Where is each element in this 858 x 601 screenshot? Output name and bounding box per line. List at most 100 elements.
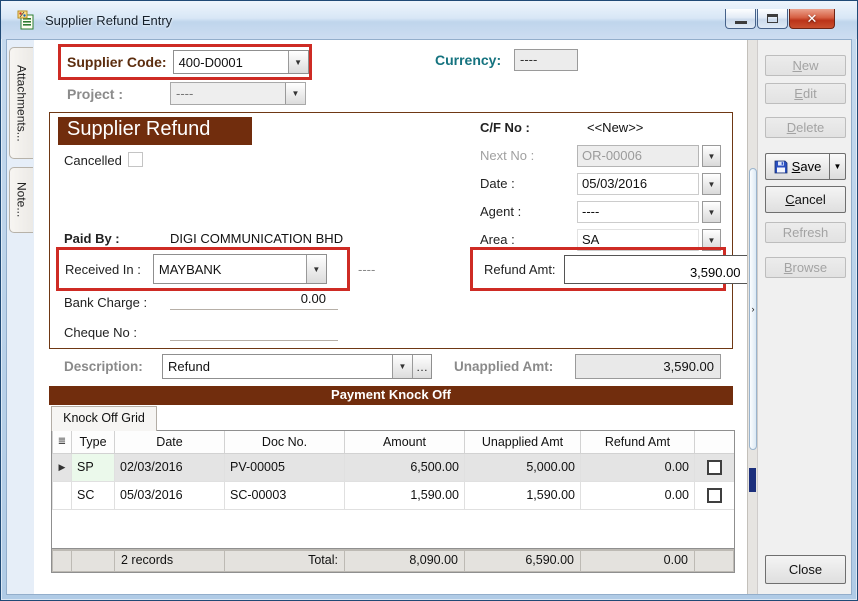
grid-footer: 2 records Total: 8,090.00 6,590.00 0.00 bbox=[52, 548, 734, 572]
col-doc-no[interactable]: Doc No. bbox=[225, 431, 345, 453]
table-row[interactable]: SC05/03/2016SC-000031,590.001,590.000.00 bbox=[53, 481, 735, 509]
col-amount[interactable]: Amount bbox=[345, 431, 465, 453]
agent-label: Agent : bbox=[480, 204, 521, 219]
refund-amt-input[interactable] bbox=[564, 255, 748, 284]
received-in-combo[interactable]: MAYBANK ▼ bbox=[153, 254, 327, 284]
splitter-collapse-handle[interactable]: › bbox=[749, 168, 757, 450]
refund-amt-highlight: Refund Amt: bbox=[470, 247, 726, 291]
refresh-button[interactable]: Refresh bbox=[765, 222, 846, 243]
agent-value: ---- bbox=[582, 204, 599, 219]
cell-type[interactable]: SP bbox=[72, 453, 115, 481]
titlebar[interactable]: Supplier Refund Entry ✕ bbox=[1, 1, 857, 39]
total-label: Total: bbox=[225, 551, 344, 571]
knock-off-table-body: ▶SP02/03/2016PV-000056,500.005,000.000.0… bbox=[53, 453, 735, 509]
project-value: ---- bbox=[171, 86, 285, 101]
minimize-icon bbox=[735, 21, 747, 24]
amount-total: 8,090.00 bbox=[345, 551, 464, 571]
cell-unapplied-amt[interactable]: 5,000.00 bbox=[465, 453, 581, 481]
cell-date[interactable]: 05/03/2016 bbox=[115, 481, 225, 509]
browse-button[interactable]: Browse bbox=[765, 257, 846, 278]
cell-amount[interactable]: 1,590.00 bbox=[345, 481, 465, 509]
panel-splitter[interactable]: › bbox=[747, 40, 757, 594]
next-no-label: Next No : bbox=[480, 148, 534, 163]
cf-no-label: C/F No : bbox=[480, 120, 530, 135]
area-value: SA bbox=[582, 232, 599, 247]
unapplied-amt-value: 3,590.00 bbox=[663, 359, 714, 374]
received-in-dropdown-icon[interactable]: ▼ bbox=[306, 255, 326, 283]
cell-doc-no[interactable]: PV-00005 bbox=[225, 453, 345, 481]
row-checkbox[interactable] bbox=[707, 488, 722, 503]
paid-by-label: Paid By : bbox=[64, 231, 120, 246]
cancelled-checkbox[interactable] bbox=[128, 152, 143, 167]
description-ellipsis-button[interactable]: … bbox=[412, 355, 431, 378]
bank-charge-value: 0.00 bbox=[301, 291, 326, 306]
cell-refund-amt[interactable]: 0.00 bbox=[581, 453, 695, 481]
bank-charge-field[interactable]: 0.00 bbox=[170, 290, 338, 310]
refund-total: 0.00 bbox=[581, 551, 694, 571]
save-button[interactable]: Save bbox=[765, 153, 829, 180]
chevron-right-icon: › bbox=[752, 304, 755, 314]
next-no-field: OR-00006 bbox=[577, 145, 699, 167]
agent-field[interactable]: ---- bbox=[577, 201, 699, 223]
table-row[interactable]: ▶SP02/03/2016PV-000056,500.005,000.000.0… bbox=[53, 453, 735, 481]
record-count: 2 records bbox=[115, 551, 224, 571]
supplier-code-combo[interactable]: 400-D0001 ▼ bbox=[173, 50, 309, 74]
received-in-suffix: ---- bbox=[358, 262, 375, 277]
new-button[interactable]: New bbox=[765, 55, 846, 76]
close-button[interactable]: Close bbox=[765, 555, 846, 584]
cell-knock-off-check bbox=[695, 453, 735, 481]
save-dropdown-icon[interactable]: ▼ bbox=[829, 153, 846, 180]
currency-field: ---- bbox=[514, 49, 578, 71]
cell-doc-no[interactable]: SC-00003 bbox=[225, 481, 345, 509]
footer-indicator-cell bbox=[53, 551, 71, 571]
col-type[interactable]: Type bbox=[72, 431, 115, 453]
project-dropdown-icon[interactable]: ▼ bbox=[285, 83, 305, 104]
col-refund-amt[interactable]: Refund Amt bbox=[581, 431, 695, 453]
col-unapplied-amt[interactable]: Unapplied Amt bbox=[465, 431, 581, 453]
tab-note[interactable]: Note... bbox=[9, 167, 33, 233]
cell-type[interactable]: SC bbox=[72, 481, 115, 509]
received-in-highlight: Received In : MAYBANK ▼ bbox=[56, 247, 350, 291]
maximize-icon bbox=[767, 14, 778, 23]
edit-button[interactable]: Edit bbox=[765, 83, 846, 104]
project-combo[interactable]: ---- ▼ bbox=[170, 82, 306, 105]
knock-off-grid: ≣ Type Date Doc No. Amount Unapplied Amt… bbox=[51, 430, 735, 573]
grid-menu-icon[interactable]: ≣ bbox=[53, 431, 72, 453]
cell-date[interactable]: 02/03/2016 bbox=[115, 453, 225, 481]
tab-note-label: Note... bbox=[15, 182, 29, 217]
tab-knock-off-grid[interactable]: Knock Off Grid bbox=[51, 406, 157, 431]
description-dropdown-icon[interactable]: ▼ bbox=[392, 355, 412, 378]
action-panel: New Edit Delete Save ▼ Cancel Refresh Br… bbox=[757, 40, 851, 594]
date-field[interactable]: 05/03/2016 bbox=[577, 173, 699, 195]
project-label: Project : bbox=[67, 86, 123, 102]
supplier-refund-banner: Supplier Refund bbox=[58, 117, 252, 145]
paid-by-value: DIGI COMMUNICATION BHD bbox=[170, 231, 343, 246]
close-window-button[interactable]: ✕ bbox=[789, 9, 835, 29]
next-no-dropdown-icon[interactable]: ▼ bbox=[702, 145, 721, 167]
unapplied-amt-field: 3,590.00 bbox=[575, 354, 721, 379]
cheque-no-field[interactable] bbox=[170, 321, 338, 341]
description-label: Description: bbox=[64, 359, 143, 374]
date-value: 05/03/2016 bbox=[582, 176, 647, 191]
cell-amount[interactable]: 6,500.00 bbox=[345, 453, 465, 481]
col-date[interactable]: Date bbox=[115, 431, 225, 453]
row-checkbox[interactable] bbox=[707, 460, 722, 475]
description-combo[interactable]: Refund ▼ … bbox=[162, 354, 432, 379]
unapplied-amt-label: Unapplied Amt: bbox=[454, 359, 553, 374]
delete-button[interactable]: Delete bbox=[765, 117, 846, 138]
splitter-scroll-thumb[interactable] bbox=[749, 468, 756, 492]
side-tab-strip: Attachments... Note... bbox=[7, 40, 34, 594]
cell-unapplied-amt[interactable]: 1,590.00 bbox=[465, 481, 581, 509]
tab-attachments[interactable]: Attachments... bbox=[9, 47, 33, 159]
agent-dropdown-icon[interactable]: ▼ bbox=[702, 201, 721, 223]
footer-check-cell bbox=[695, 551, 733, 571]
cancel-button[interactable]: Cancel bbox=[765, 186, 846, 213]
save-split-button: Save ▼ bbox=[765, 153, 846, 180]
date-dropdown-icon[interactable]: ▼ bbox=[702, 173, 721, 195]
supplier-code-dropdown-icon[interactable]: ▼ bbox=[288, 51, 308, 73]
supplier-code-label: Supplier Code: bbox=[61, 54, 167, 70]
minimize-button[interactable] bbox=[725, 9, 756, 29]
form-content: Supplier Code: 400-D0001 ▼ Currency: ---… bbox=[34, 40, 747, 594]
maximize-button[interactable] bbox=[757, 9, 788, 29]
cell-refund-amt[interactable]: 0.00 bbox=[581, 481, 695, 509]
